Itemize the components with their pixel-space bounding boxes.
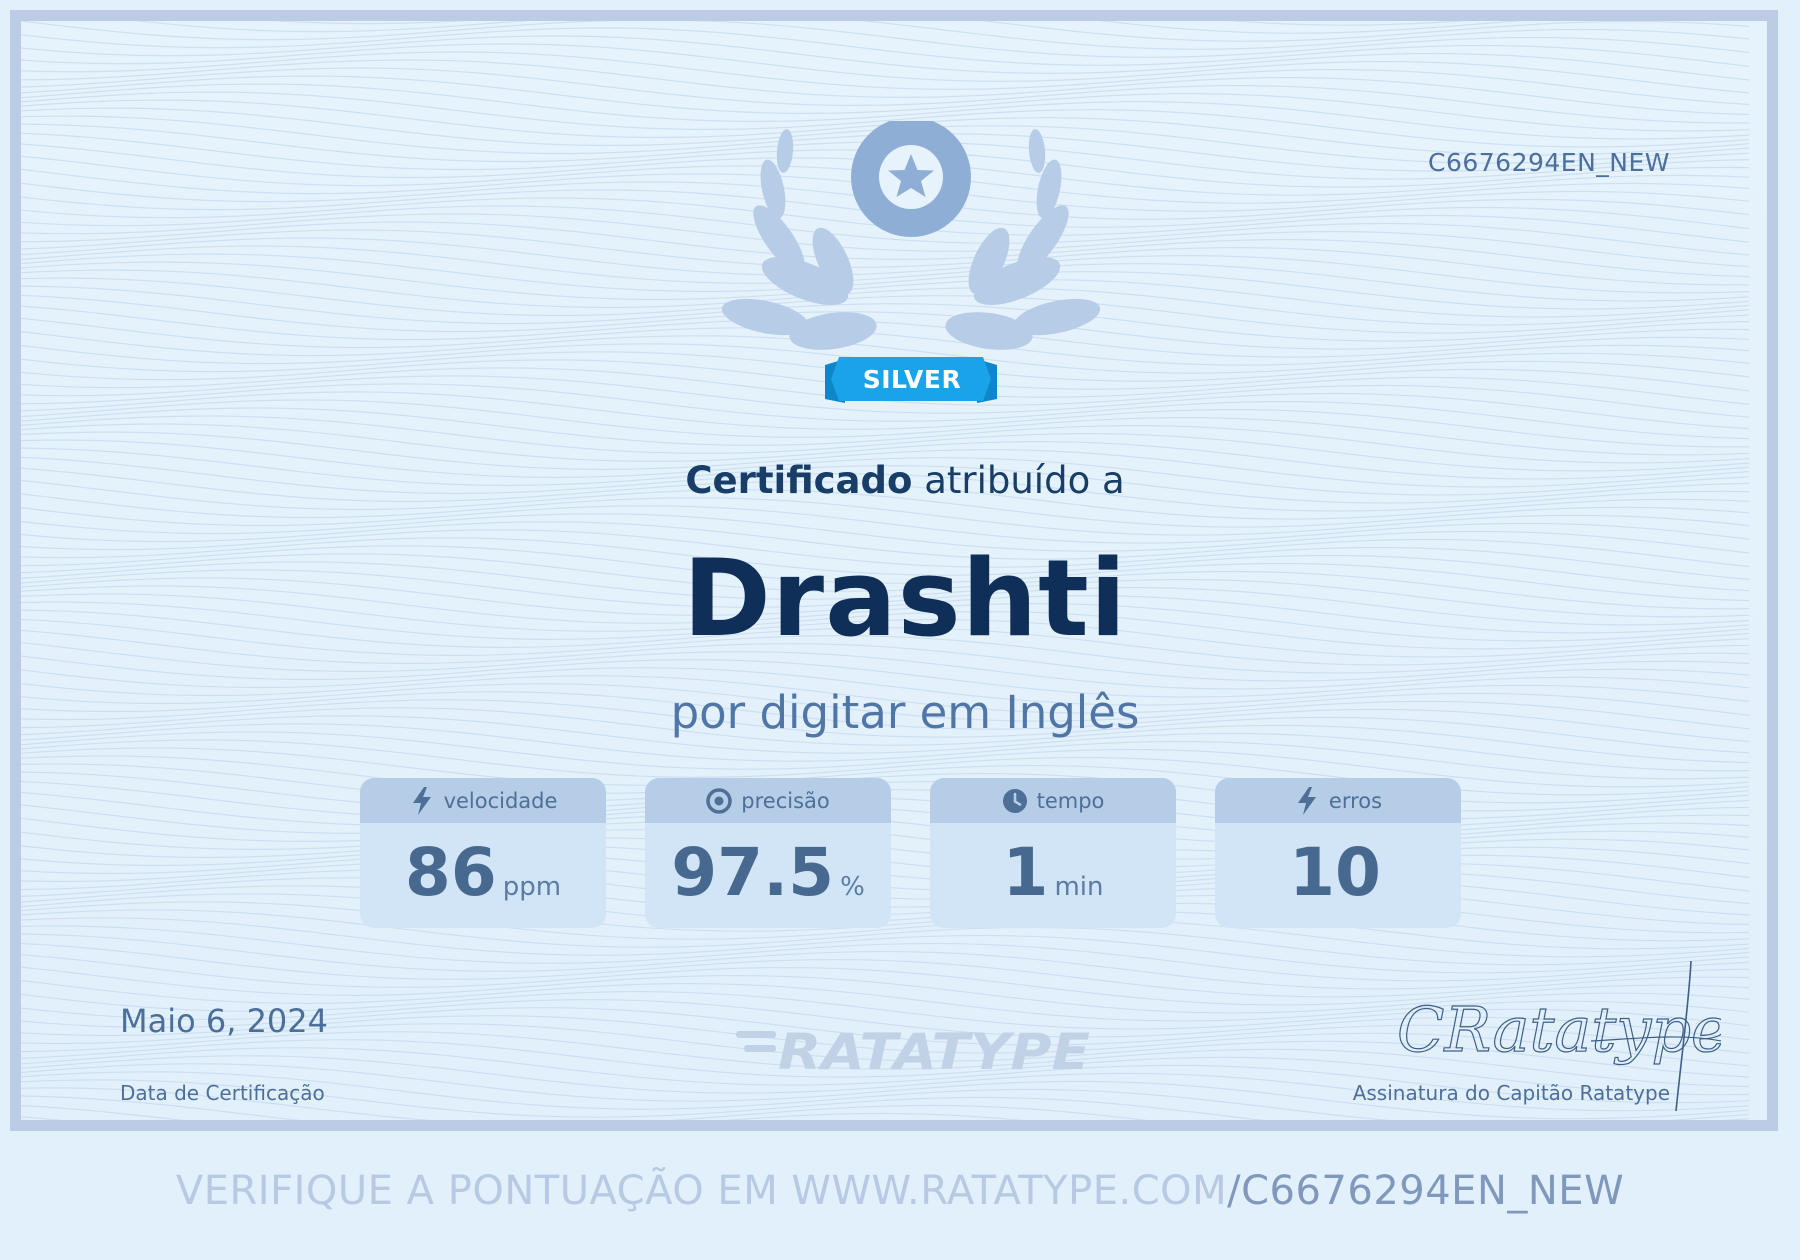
- stat-value: 10: [1289, 834, 1381, 911]
- badge-level-label: SILVER: [862, 365, 962, 394]
- lightning-icon: [1297, 786, 1316, 815]
- stat-unit: ppm: [502, 872, 562, 902]
- stat-value: 97.5: [671, 834, 835, 911]
- recipient-name: Drashti: [682, 537, 1128, 660]
- certificate-id: C6676294EN_NEW: [1427, 148, 1670, 177]
- verify-suffix: /C6676294EN_NEW: [1227, 1168, 1625, 1214]
- signature-text: CRatatype: [1397, 993, 1721, 1066]
- stat-label: precisão: [741, 788, 830, 813]
- awarded-rest: atribuído a: [912, 459, 1125, 502]
- awarded-line: Certificado atribuído a: [21, 459, 1767, 502]
- stat-card-time: tempo 1 min: [930, 778, 1176, 928]
- stat-card-speed: velocidade 86 ppm: [360, 778, 606, 928]
- stat-label: velocidade: [443, 788, 558, 813]
- signature-label: Assinatura do Capitão Ratatype: [1352, 1081, 1670, 1105]
- stat-value: 1: [1002, 834, 1049, 911]
- logo-text: RATATYPE: [778, 1023, 1090, 1079]
- verify-prefix: VERIFIQUE A PONTUAÇÃO EM WWW.RATATYPE.CO…: [175, 1168, 1228, 1214]
- certificate-card: C6676294EN_NEW SILVER Certificado atribu…: [10, 10, 1778, 1131]
- verify-score-link[interactable]: VERIFIQUE A PONTUAÇÃO EM WWW.RATATYPE.CO…: [0, 1168, 1800, 1214]
- awarded-bold: Certificado: [685, 459, 913, 502]
- stat-unit: %: [840, 872, 865, 902]
- lightning-icon: [412, 786, 431, 815]
- certification-date: Maio 6, 2024: [120, 1002, 328, 1040]
- stat-unit: min: [1054, 872, 1104, 902]
- certificate-subtitle: por digitar em Inglês: [670, 686, 1140, 739]
- stat-label: tempo: [1036, 788, 1105, 813]
- stat-card-accuracy: precisão 97.5%: [645, 778, 891, 928]
- stat-label: erros: [1328, 788, 1383, 813]
- stat-card-errors: erros 10: [1215, 778, 1461, 928]
- star-medal-icon: [851, 121, 971, 237]
- ratatype-logo: RATATYPE: [736, 1023, 1090, 1079]
- stat-value: 86: [404, 834, 497, 911]
- certification-date-label: Data de Certificação: [120, 1081, 325, 1105]
- clock-icon: [1002, 788, 1027, 813]
- target-icon: [706, 787, 733, 814]
